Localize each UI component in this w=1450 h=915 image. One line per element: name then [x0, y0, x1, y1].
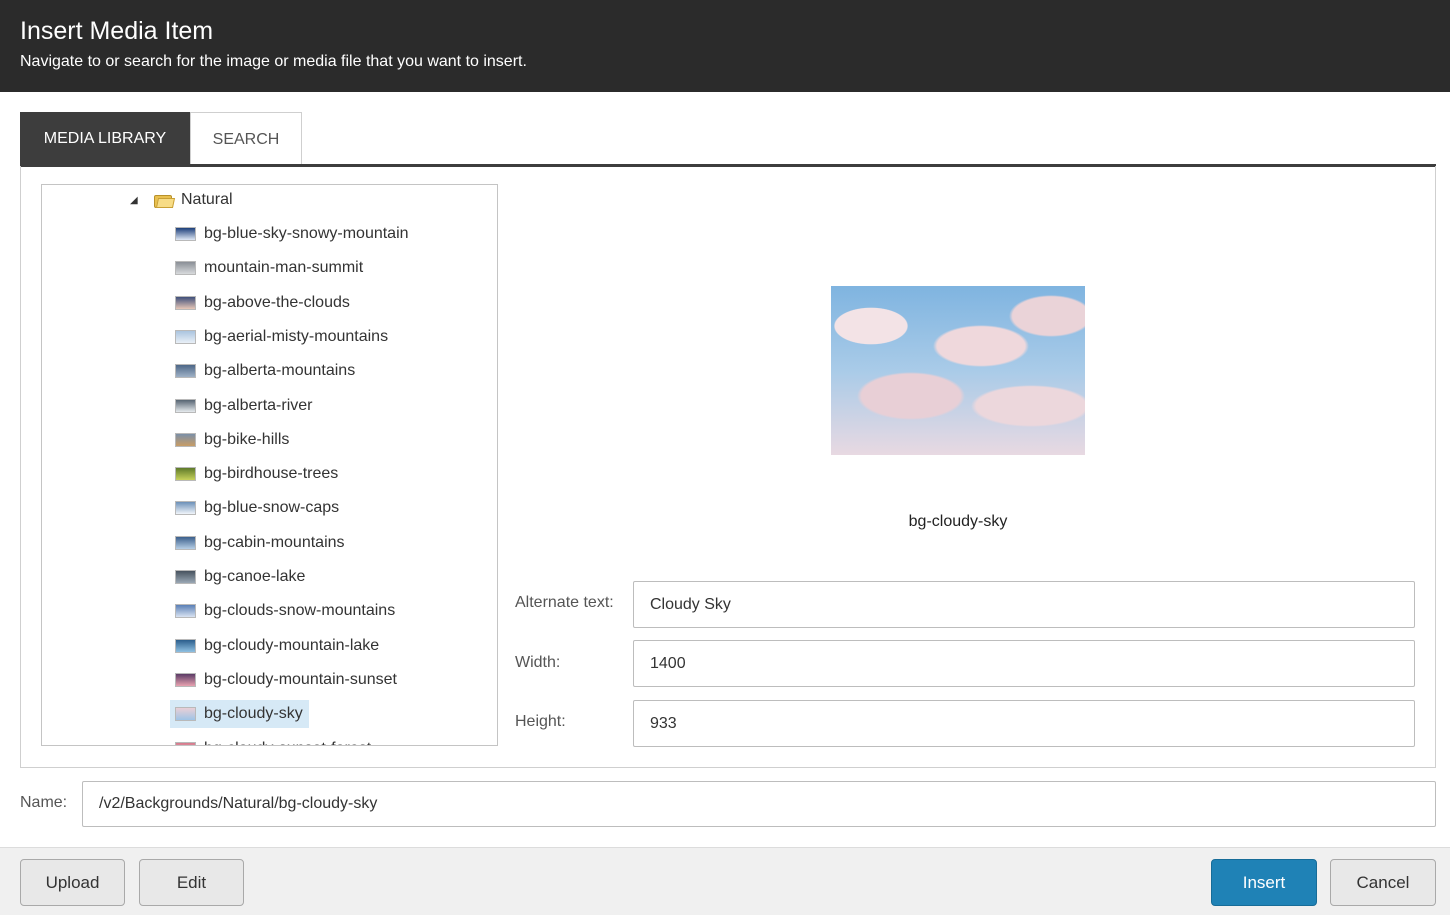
name-input[interactable]: /v2/Backgrounds/Natural/bg-cloudy-sky	[82, 781, 1436, 827]
tree-item-label: bg-aerial-misty-mountains	[204, 327, 389, 345]
tree-item-label: mountain-man-summit	[204, 259, 364, 277]
tree-item[interactable]: bg-alberta-mountains	[170, 357, 361, 385]
height-input[interactable]: 933	[633, 700, 1415, 747]
folder-icon	[154, 193, 176, 208]
tree-item[interactable]: bg-cloudy-mountain-sunset	[170, 666, 403, 694]
tree-item-label: bg-blue-sky-snowy-mountain	[204, 225, 409, 242]
tree-item[interactable]: bg-cloudy-sunset-forest	[170, 735, 377, 746]
preview-caption: bg-cloudy-sky	[908, 513, 1008, 530]
tree-item-label: bg-cloudy-mountain-lake	[204, 636, 380, 654]
tree-item[interactable]: mountain-man-summit	[170, 254, 369, 282]
upload-button[interactable]: Upload	[20, 859, 125, 906]
alternate-text-input[interactable]: Cloudy Sky	[633, 581, 1415, 628]
tree-item-label: bg-birdhouse-trees	[204, 465, 339, 483]
name-label: Name:	[20, 794, 68, 811]
image-thumbnail-icon	[175, 638, 196, 653]
image-thumbnail-icon	[175, 604, 196, 619]
tree-item[interactable]: bg-cabin-mountains	[170, 529, 351, 557]
image-thumbnail-icon	[175, 467, 196, 482]
tree-item[interactable]: bg-birdhouse-trees	[170, 460, 344, 488]
image-thumbnail-icon	[175, 398, 196, 413]
tree-item[interactable]: bg-aerial-misty-mountains	[170, 323, 394, 351]
tree-item[interactable]: bg-blue-sky-snowy-mountain	[170, 220, 415, 248]
tab-media-library[interactable]: MEDIA LIBRARY	[20, 112, 190, 166]
image-thumbnail-icon	[175, 741, 196, 745]
tree-item[interactable]: bg-alberta-river	[170, 392, 318, 420]
image-thumbnail-icon	[175, 364, 196, 379]
image-thumbnail-icon	[175, 329, 196, 344]
tree-item[interactable]: bg-clouds-snow-mountains	[170, 597, 401, 625]
tree-item-label: bg-blue-snow-caps	[204, 499, 340, 517]
cancel-button[interactable]: Cancel	[1330, 859, 1436, 906]
image-thumbnail-icon	[175, 570, 196, 584]
tree-item[interactable]: bg-blue-snow-caps	[170, 494, 345, 522]
image-thumbnail-icon	[175, 261, 196, 276]
image-thumbnail-icon	[175, 501, 196, 516]
image-preview	[831, 286, 1085, 455]
tree-item-label: bg-canoe-lake	[204, 568, 306, 585]
image-thumbnail-icon	[175, 672, 196, 687]
tree-item[interactable]: bg-canoe-lake	[170, 563, 311, 591]
tree-item-label: bg-cloudy-sky	[204, 705, 303, 723]
tree-item-label: bg-cloudy-sunset-forest	[204, 740, 371, 746]
tree-folder-label: Natural	[181, 191, 233, 208]
tab-search[interactable]: SEARCH	[190, 112, 302, 166]
tree-item[interactable]: bg-cloudy-sky	[170, 700, 309, 729]
image-thumbnail-icon	[175, 227, 196, 241]
tree-item-label: bg-bike-hills	[204, 430, 290, 448]
tree-item[interactable]: bg-bike-hills	[170, 426, 295, 454]
dialog-subtitle: Navigate to or search for the image or m…	[20, 53, 527, 70]
image-thumbnail-icon	[175, 707, 196, 722]
tree-item[interactable]: bg-cloudy-mountain-lake	[170, 632, 385, 660]
collapse-arrow-icon[interactable]: ◢	[130, 195, 144, 206]
tree-item[interactable]: bg-above-the-clouds	[170, 289, 356, 317]
tree-item-label: bg-alberta-mountains	[204, 362, 356, 380]
image-thumbnail-icon	[175, 432, 196, 447]
image-thumbnail-icon	[175, 535, 196, 550]
image-thumbnail-icon	[175, 295, 196, 310]
tree-item-label: bg-cloudy-mountain-sunset	[204, 670, 397, 688]
height-label: Height:	[515, 713, 566, 730]
dialog-header: Insert Media Item Navigate to or search …	[0, 0, 1450, 92]
media-tree[interactable]: ◢ Natural bg-blue-sky-snowy-mountain moun…	[41, 184, 498, 746]
insert-button[interactable]: Insert	[1211, 859, 1317, 906]
tree-item-label: bg-alberta-river	[204, 396, 313, 414]
tree-item-label: bg-clouds-snow-mountains	[204, 602, 396, 620]
edit-button[interactable]: Edit	[139, 859, 244, 906]
alternate-text-label: Alternate text:	[515, 594, 614, 611]
tree-item-label: bg-cabin-mountains	[204, 533, 345, 551]
tree-item-label: bg-above-the-clouds	[204, 293, 350, 311]
width-label: Width:	[515, 654, 561, 671]
tree-folder-natural[interactable]: ◢ Natural	[130, 188, 233, 212]
width-input[interactable]: 1400	[633, 640, 1415, 687]
dialog-title: Insert Media Item	[20, 17, 214, 45]
